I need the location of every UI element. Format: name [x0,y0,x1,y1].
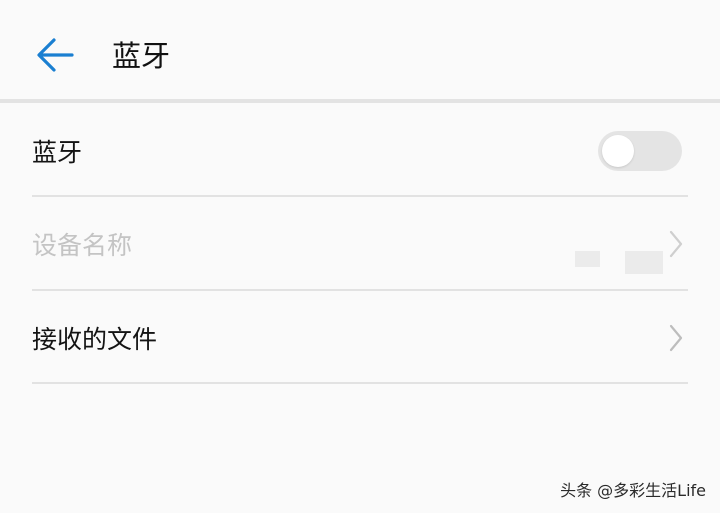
device-name-label: 设备名称 [32,230,133,260]
redacted-value [575,251,600,267]
bluetooth-toggle-row[interactable]: 蓝牙 [32,104,688,197]
bluetooth-toggle[interactable] [598,130,682,171]
arrow-left-icon [37,38,74,72]
row-divider [32,382,688,384]
app-header: 蓝牙 [0,0,720,100]
chevron-right-icon [668,323,684,353]
back-button[interactable] [30,30,80,80]
device-name-row[interactable]: 设备名称 [32,197,688,290]
received-files-label: 接收的文件 [32,324,158,354]
toggle-knob [602,134,634,167]
chevron-right-icon [668,229,684,259]
bluetooth-label: 蓝牙 [32,137,83,167]
redacted-value [625,251,663,274]
header-divider [0,99,720,103]
page-title: 蓝牙 [112,39,171,73]
watermark: 头条 @多彩生活Life [560,481,706,500]
received-files-row[interactable]: 接收的文件 [32,291,688,384]
